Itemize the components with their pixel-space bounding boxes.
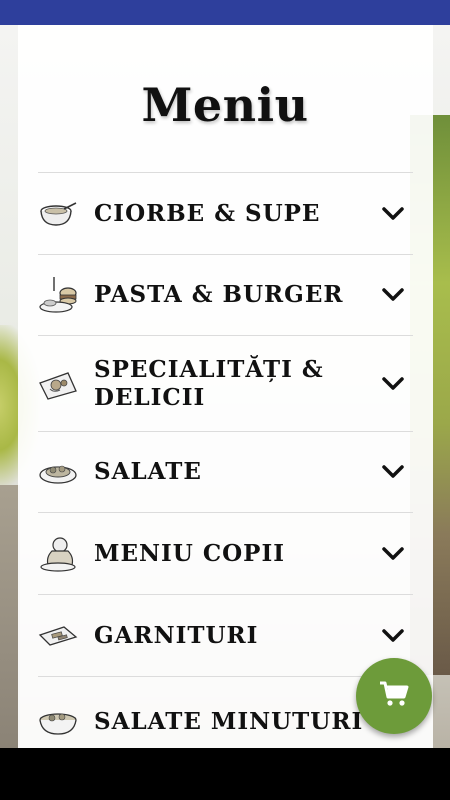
category-meniu-copii[interactable]: MENIU COPII [38, 512, 413, 594]
cart-icon [379, 681, 409, 711]
specialty-dish-icon [38, 364, 82, 404]
chevron-down-icon[interactable] [373, 628, 413, 643]
burger-icon [38, 275, 82, 315]
salad-bowl-icon [38, 702, 82, 742]
salad-icon [38, 452, 82, 492]
chevron-down-icon[interactable] [373, 376, 413, 391]
chevron-down-icon[interactable] [373, 465, 413, 479]
status-bar [0, 0, 450, 25]
chevron-down-icon[interactable] [373, 546, 413, 561]
category-list: CIORBE & SUPE PASTA & BURGER SPECIALITĂȚ… [38, 172, 413, 766]
category-label: SALATE [94, 458, 202, 485]
category-label: PASTA & BURGER [94, 281, 344, 308]
category-label: SPECIALITĂȚI & DELICII [94, 355, 324, 411]
category-label: CIORBE & SUPE [94, 199, 321, 227]
chevron-down-icon[interactable] [373, 288, 413, 302]
category-label: GARNITURI [94, 621, 259, 649]
category-salate[interactable]: SALATE [38, 431, 413, 512]
category-garnituri[interactable]: GARNITURI [38, 594, 413, 676]
category-ciorbe-supe[interactable]: CIORBE & SUPE [38, 172, 413, 254]
kids-meal-icon [38, 534, 82, 574]
chevron-down-icon[interactable] [373, 206, 413, 221]
category-specialitati-delicii[interactable]: SPECIALITĂȚI & DELICII [38, 335, 413, 431]
page-title: Meniu [141, 78, 309, 132]
category-label: MENIU COPII [94, 539, 285, 567]
side-dish-icon [38, 616, 82, 656]
category-label: SALATE MINUTURI [94, 707, 364, 735]
system-nav-bar [0, 748, 450, 800]
soup-bowl-icon [38, 194, 82, 234]
category-pasta-burger[interactable]: PASTA & BURGER [38, 254, 413, 335]
cart-button[interactable] [356, 658, 432, 734]
